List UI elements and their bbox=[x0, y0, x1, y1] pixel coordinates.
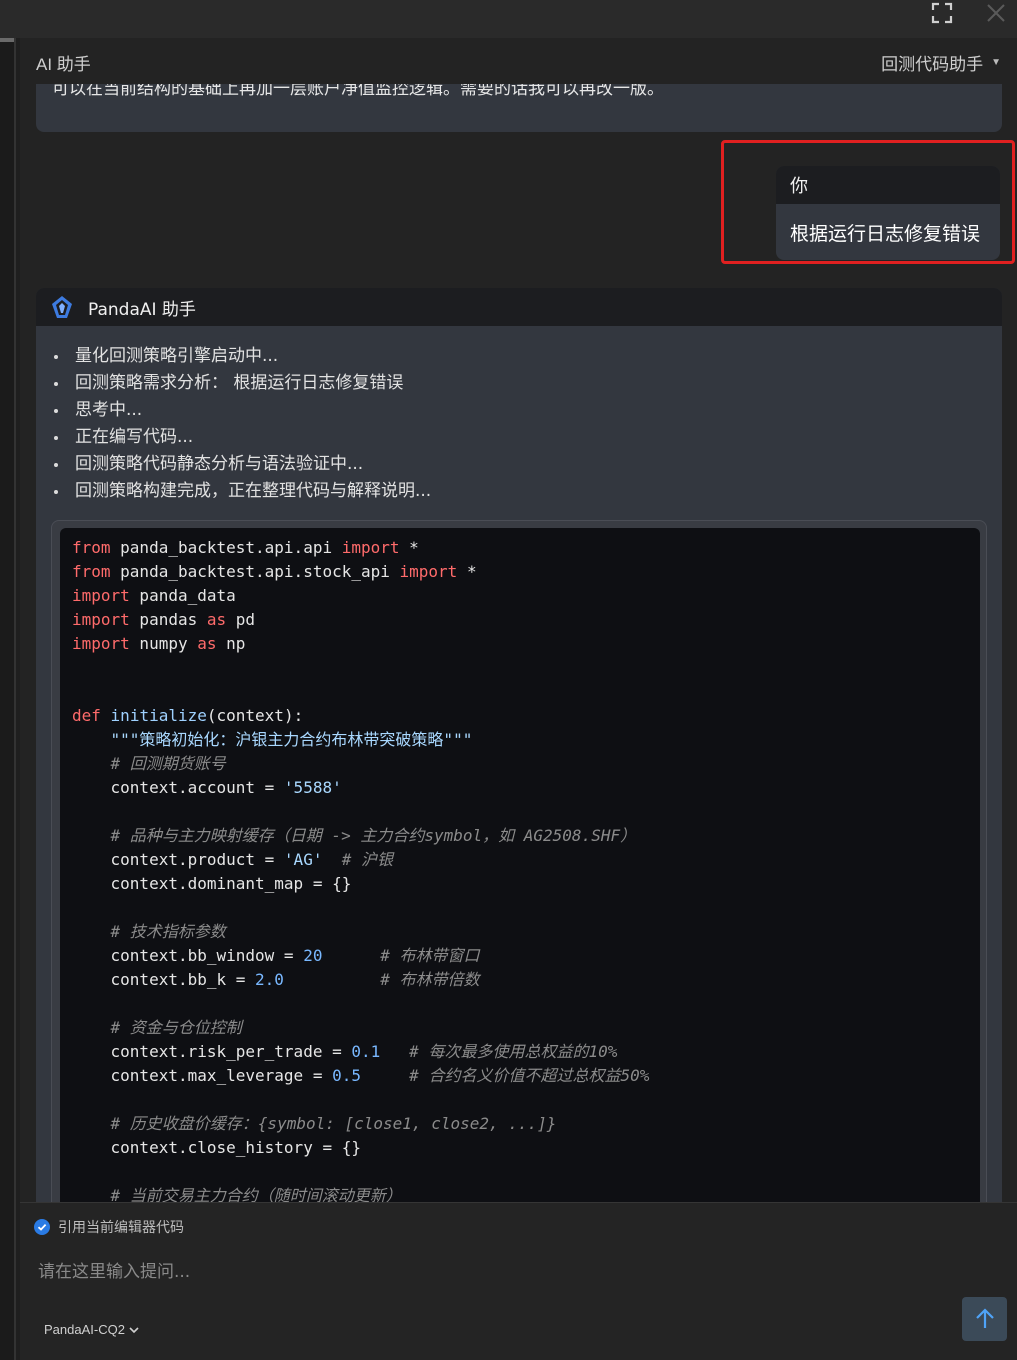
code-keyword: import bbox=[399, 562, 458, 581]
code-text: pandas bbox=[129, 610, 207, 629]
code-text: panda_data bbox=[129, 586, 236, 605]
code-number: 20 bbox=[303, 946, 323, 965]
code-keyword: as bbox=[197, 634, 217, 653]
edge-divider bbox=[14, 38, 16, 1360]
panel-title: AI 助手 bbox=[36, 55, 91, 74]
close-button[interactable] bbox=[979, 0, 1013, 26]
code-comment: # 回测期货账号 bbox=[110, 754, 226, 773]
progress-step: 回测策略构建完成，正在整理代码与解释说明... bbox=[54, 478, 1002, 505]
code-comment: # 合约名义价值不超过总权益50% bbox=[409, 1066, 650, 1085]
code-text: * bbox=[399, 538, 419, 557]
code-text: (context): bbox=[206, 706, 304, 725]
code-text: numpy bbox=[129, 634, 198, 653]
reference-editor-toggle[interactable]: 引用当前编辑器代码 bbox=[34, 1217, 184, 1237]
prompt-input[interactable] bbox=[36, 1257, 920, 1287]
code-block: from panda_backtest.api.api import * fro… bbox=[51, 520, 987, 1282]
code-text: * bbox=[457, 562, 477, 581]
code-comment: # 技术指标参数 bbox=[110, 922, 226, 941]
code-text: context.bb_k = bbox=[110, 970, 256, 989]
checkmark-icon bbox=[34, 1219, 50, 1235]
code-docstring: """策略初始化：沪银主力合约布林带突破策略""" bbox=[110, 730, 473, 749]
code-text: context.product = bbox=[110, 850, 284, 869]
close-icon bbox=[987, 4, 1005, 22]
chevron-down-icon: ▼ bbox=[991, 57, 1001, 68]
highlight-box: 你 根据运行日志修复错误 bbox=[721, 140, 1015, 264]
progress-step: 回测策略代码静态分析与语法验证中... bbox=[54, 451, 1002, 478]
code-comment: # 资金与仓位控制 bbox=[110, 1018, 242, 1037]
code-comment: # 品种与主力映射缓存（日期 -> 主力合约symbol，如 AG2508.SH… bbox=[110, 826, 637, 845]
progress-step: 正在编写代码... bbox=[54, 424, 1002, 451]
user-message-author: 你 bbox=[776, 166, 1000, 204]
code-text: context.close_history = {} bbox=[110, 1138, 361, 1157]
code-text: context.risk_per_trade = bbox=[110, 1042, 352, 1061]
code-number: 0.1 bbox=[351, 1042, 381, 1061]
code-keyword: import bbox=[72, 634, 130, 653]
code-keyword: as bbox=[206, 610, 227, 629]
code-keyword: def bbox=[72, 706, 101, 725]
composer: 引用当前编辑器代码 PandaAI-CQ2 bbox=[20, 1202, 1017, 1360]
arrow-up-icon bbox=[975, 1308, 994, 1328]
panel-header: AI 助手 回测代码助手 ▼ bbox=[20, 38, 1017, 84]
code-comment: # 每次最多使用总权益的10% bbox=[409, 1042, 618, 1061]
code-text: context.account = bbox=[110, 778, 284, 797]
code-text: np bbox=[216, 634, 246, 653]
model-select[interactable]: PandaAI-CQ2 bbox=[44, 1322, 139, 1337]
window-titlebar bbox=[0, 0, 1017, 38]
fullscreen-button[interactable] bbox=[925, 0, 959, 26]
code-keyword: from bbox=[72, 538, 111, 557]
code-keyword: import bbox=[72, 610, 130, 629]
progress-step: 量化回测策略引擎启动中... bbox=[54, 343, 1002, 370]
editor-edge bbox=[0, 38, 16, 1360]
reference-editor-label: 引用当前编辑器代码 bbox=[58, 1220, 184, 1236]
assistant-mode-label: 回测代码助手 bbox=[881, 55, 984, 74]
ai-message: PandaAI 助手 量化回测策略引擎启动中... 回测策略需求分析： 根据运行… bbox=[36, 288, 1002, 1288]
chevron-down-icon bbox=[129, 1326, 139, 1333]
code-text: panda_backtest.api.api bbox=[110, 538, 342, 557]
fullscreen-icon bbox=[931, 2, 953, 24]
code-comment: # 历史收盘价缓存：{symbol: [close1, close2, ...]… bbox=[110, 1114, 557, 1133]
code-viewer[interactable]: from panda_backtest.api.api import * fro… bbox=[60, 528, 980, 1281]
user-message: 你 根据运行日志修复错误 bbox=[776, 166, 1000, 260]
code-text: context.max_leverage = bbox=[110, 1066, 333, 1085]
code-text: context.bb_window = bbox=[110, 946, 304, 965]
user-message-text: 根据运行日志修复错误 bbox=[790, 223, 981, 245]
code-string: 'AG' bbox=[283, 850, 323, 869]
code-text: panda_backtest.api.stock_api bbox=[110, 562, 400, 581]
ai-assistant-panel: AI 助手 回测代码助手 ▼ 可以在当前结构的基础上再加一层账户净值监控逻辑。需… bbox=[20, 38, 1017, 1360]
model-label: PandaAI-CQ2 bbox=[44, 1322, 125, 1337]
progress-step: 回测策略需求分析： 根据运行日志修复错误 bbox=[54, 370, 1002, 397]
send-button[interactable] bbox=[962, 1297, 1007, 1341]
code-comment: # 布林带窗口 bbox=[380, 946, 480, 965]
code-content: from panda_backtest.api.api import * fro… bbox=[60, 528, 980, 1216]
code-text: context.dominant_map = {} bbox=[110, 874, 352, 893]
ai-message-header: PandaAI 助手 bbox=[36, 288, 1002, 326]
progress-step: 思考中... bbox=[54, 397, 1002, 424]
code-number: 0.5 bbox=[332, 1066, 361, 1085]
code-keyword: import bbox=[72, 586, 130, 605]
ai-message-author: PandaAI 助手 bbox=[88, 299, 196, 320]
code-number: 2.0 bbox=[255, 970, 284, 989]
progress-steps: 量化回测策略引擎启动中... 回测策略需求分析： 根据运行日志修复错误 思考中.… bbox=[36, 326, 1002, 505]
assistant-mode-select[interactable]: 回测代码助手 ▼ bbox=[881, 50, 1001, 75]
code-string: '5588' bbox=[283, 778, 342, 797]
code-comment: # 沪银 bbox=[341, 850, 393, 869]
panda-logo-icon bbox=[52, 296, 72, 318]
code-function-name: initialize bbox=[110, 706, 207, 725]
code-keyword: from bbox=[72, 562, 111, 581]
code-keyword: import bbox=[341, 538, 400, 557]
code-comment: # 布林带倍数 bbox=[380, 970, 480, 989]
code-text: pd bbox=[226, 610, 256, 629]
